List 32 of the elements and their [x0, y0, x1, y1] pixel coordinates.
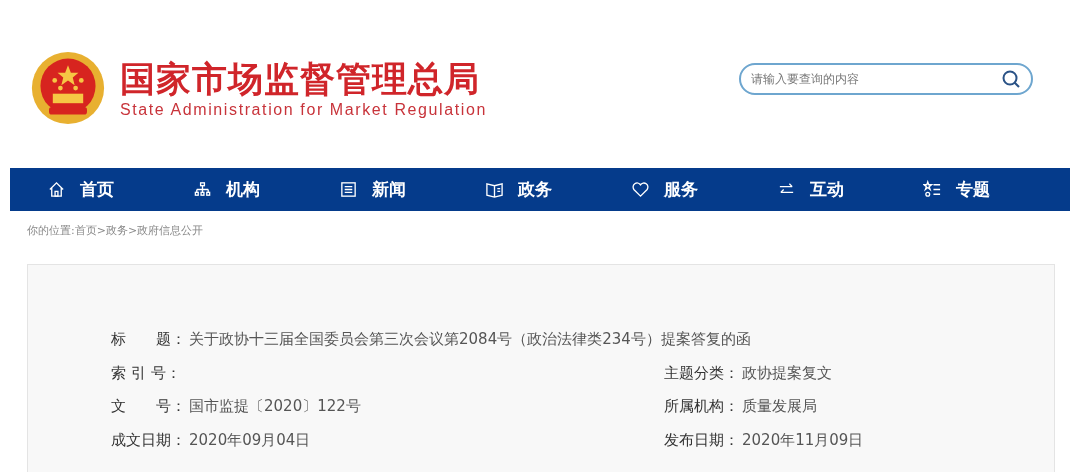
- search-icon[interactable]: [1001, 69, 1021, 89]
- nav-item[interactable]: 机构: [193, 178, 339, 201]
- site-subtitle: State Administration for Market Regulation: [120, 101, 487, 119]
- field-value: 质量发展局: [742, 397, 817, 417]
- field-value: 政协提案复文: [742, 363, 832, 383]
- field-value: 国市监提〔2020〕122号: [189, 397, 361, 417]
- newspaper-icon: [339, 180, 358, 199]
- field-label: 索 引 号：: [111, 363, 182, 383]
- emblem-icon: [30, 50, 106, 126]
- field-value: 关于政协十三届全国委员会第三次会议第2084号（政治法律类234号）提案答复的函: [189, 330, 751, 350]
- field-label: 成文日期：: [111, 430, 187, 450]
- field-value: 2020年09月04日: [189, 430, 311, 450]
- field-label: 所属机构：: [664, 397, 740, 417]
- org-chart-icon: [193, 180, 212, 199]
- breadcrumb: 你的位置:首页>政务>政府信息公开: [27, 223, 205, 238]
- field-label: 标 题：: [111, 330, 187, 350]
- heart-icon: [631, 180, 650, 199]
- nav-item[interactable]: 首页: [47, 178, 193, 201]
- site-title: 国家市场监督管理总局: [120, 58, 481, 101]
- field-label: 主题分类：: [664, 363, 740, 383]
- nav-item[interactable]: 互动: [777, 178, 923, 201]
- nav-item[interactable]: 专题: [923, 178, 1069, 201]
- field-label: 文 号：: [111, 397, 187, 417]
- home-icon: [47, 180, 66, 199]
- nav-item[interactable]: 政务: [485, 178, 631, 201]
- nav-item[interactable]: 服务: [631, 178, 777, 201]
- search-field[interactable]: 请输入要查询的内容: [739, 63, 1033, 95]
- book-icon: [485, 180, 504, 199]
- field-value: 2020年11月09日: [742, 430, 864, 450]
- field-label: 发布日期：: [664, 430, 740, 450]
- star-list-icon: [923, 180, 942, 199]
- nav-item[interactable]: 新闻: [339, 178, 485, 201]
